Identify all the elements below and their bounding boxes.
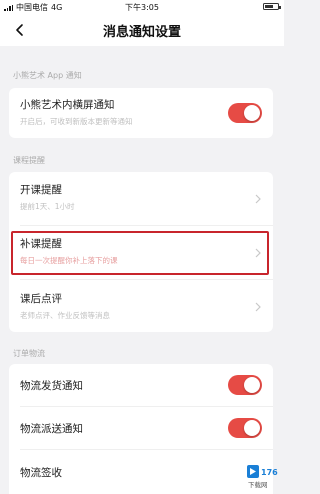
row-title: 课后点评 bbox=[20, 293, 62, 305]
row-after-class-review[interactable]: 课后点评 老师点评、作业反馈等消息 bbox=[9, 280, 273, 332]
row-makeup-reminder[interactable]: 补课提醒 每日一次提醒你补上落下的课 bbox=[9, 226, 273, 279]
section-label-orders: 订单物流 bbox=[13, 349, 45, 358]
chevron-right-icon bbox=[255, 302, 261, 312]
row-title: 补课提醒 bbox=[20, 238, 62, 250]
card-app-notify: 小熊艺术内横屏通知 开启后，可收到新版本更新等通知 bbox=[9, 88, 273, 138]
nav-bar: 消息通知设置 bbox=[0, 14, 284, 46]
row-title: 小熊艺术内横屏通知 bbox=[20, 99, 115, 111]
shipping-notify-toggle[interactable] bbox=[228, 375, 262, 395]
row-title: 物流发货通知 bbox=[20, 380, 83, 392]
row-title: 物流签收 bbox=[20, 467, 62, 479]
row-in-app-notify[interactable]: 小熊艺术内横屏通知 开启后，可收到新版本更新等通知 bbox=[9, 88, 273, 138]
section-label-course: 课程提醒 bbox=[13, 156, 45, 165]
svg-text:176: 176 bbox=[261, 468, 278, 477]
svg-text:下载网: 下载网 bbox=[248, 480, 268, 489]
status-time: 下午3:05 bbox=[125, 3, 159, 12]
row-title: 物流派送通知 bbox=[20, 423, 83, 435]
chevron-right-icon bbox=[255, 248, 261, 258]
page-title: 消息通知设置 bbox=[102, 25, 181, 40]
section-label-app-notify: 小熊艺术 App 通知 bbox=[13, 71, 82, 80]
chevron-right-icon bbox=[255, 194, 261, 204]
row-subtitle: 提前1天、1小时 bbox=[20, 202, 75, 211]
row-shipping-notify[interactable]: 物流发货通知 bbox=[9, 364, 273, 406]
card-course-reminders: 开课提醒 提前1天、1小时 补课提醒 每日一次提醒你补上落下的课 课后点评 老师… bbox=[9, 172, 273, 332]
row-title: 开课提醒 bbox=[20, 184, 62, 196]
row-subtitle: 开启后，可收到新版本更新等通知 bbox=[20, 117, 133, 126]
row-signed-notify[interactable]: 物流签收 bbox=[9, 450, 273, 494]
battery-icon bbox=[263, 3, 281, 10]
row-subtitle: 老师点评、作业反馈等消息 bbox=[20, 311, 110, 320]
row-class-start-reminder[interactable]: 开课提醒 提前1天、1小时 bbox=[9, 172, 273, 225]
status-bar: 中国电信 4G 下午3:05 bbox=[0, 0, 284, 14]
card-order-logistics: 物流发货通知 物流派送通知 物流签收 bbox=[9, 364, 273, 494]
delivery-notify-toggle[interactable] bbox=[228, 418, 262, 438]
in-app-notify-toggle[interactable] bbox=[228, 103, 262, 123]
watermark-logo: 176 下载网 bbox=[247, 465, 278, 489]
row-delivery-notify[interactable]: 物流派送通知 bbox=[9, 407, 273, 449]
row-subtitle: 每日一次提醒你补上落下的课 bbox=[20, 256, 118, 265]
